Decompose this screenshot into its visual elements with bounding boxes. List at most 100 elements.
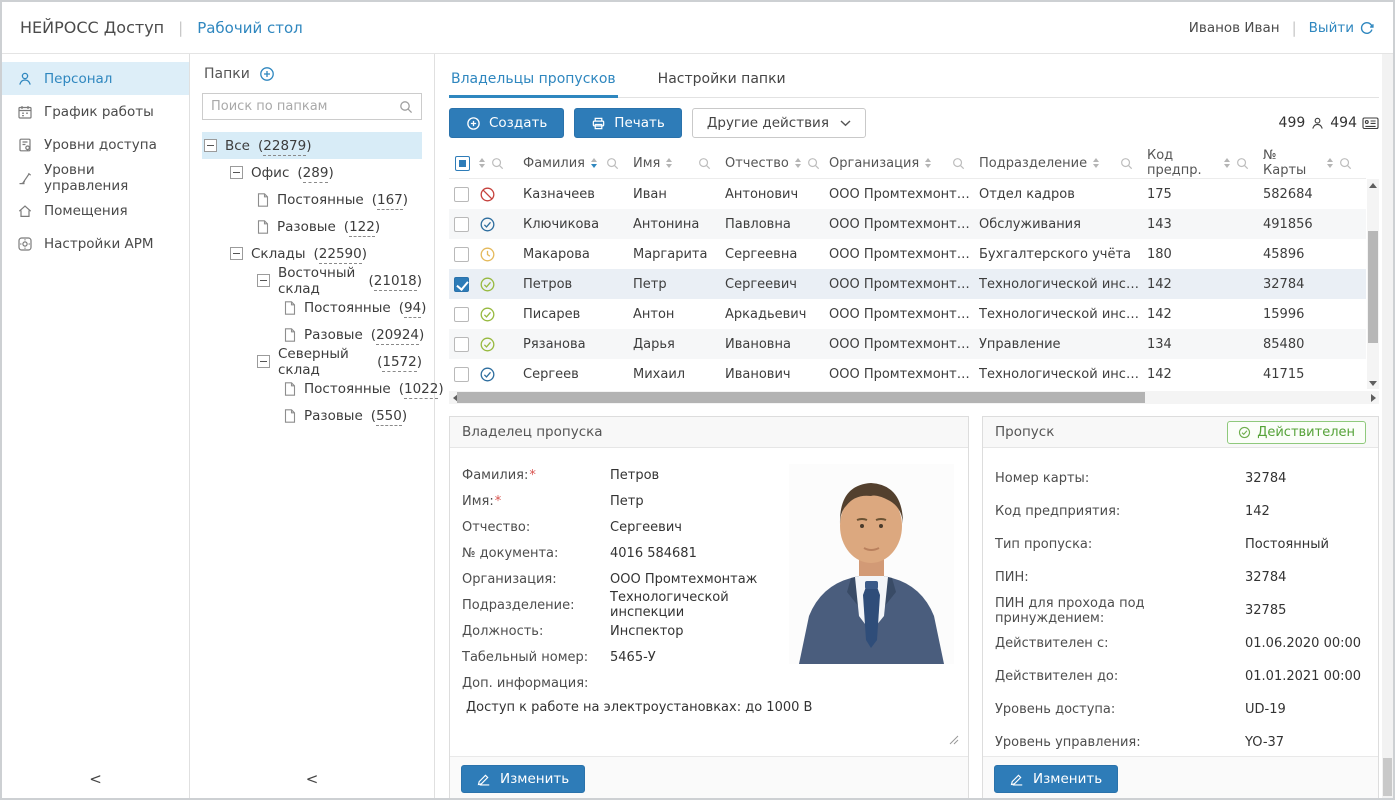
row-checkbox[interactable] <box>454 187 469 202</box>
tree-item[interactable]: Разовые (122) <box>202 213 422 240</box>
tab[interactable]: Владельцы пропусков <box>449 65 618 97</box>
tree-item[interactable]: Постоянные (1022) <box>202 375 422 402</box>
sidebar-item[interactable]: Уровни доступа <box>2 128 189 161</box>
tab[interactable]: Настройки папки <box>656 65 788 97</box>
column-header[interactable]: Организация <box>829 156 979 171</box>
column-header[interactable]: Отчество <box>725 156 829 171</box>
table-row[interactable]: Писарев Антон Аркадьевич ООО Промтехмонт… <box>449 299 1366 329</box>
table-horizontal-scrollbar[interactable] <box>449 391 1379 404</box>
column-header[interactable]: Код предпр. <box>1147 148 1263 178</box>
table-vertical-scrollbar[interactable] <box>1367 179 1379 389</box>
table-row[interactable]: Макарова Маргарита Сергеевна ООО Промтех… <box>449 239 1366 269</box>
column-search-icon[interactable] <box>698 157 711 170</box>
sort-icon[interactable] <box>1093 158 1099 168</box>
table-row[interactable]: Петров Петр Сергеевич ООО Промтехмонтаж … <box>449 269 1366 299</box>
scroll-up-arrow[interactable] <box>1367 179 1379 191</box>
tree-item[interactable]: Разовые (20924) <box>202 321 422 348</box>
more-actions-button[interactable]: Другие действия <box>692 108 866 138</box>
scroll-right-arrow[interactable] <box>1367 391 1379 404</box>
cell-last-name: Рязанова <box>523 337 633 352</box>
row-checkbox[interactable] <box>454 277 469 292</box>
tree-item[interactable]: Разовые (550) <box>202 402 422 429</box>
sidebar-item[interactable]: Помещения <box>2 194 189 227</box>
scroll-down-arrow[interactable] <box>1367 377 1379 389</box>
column-search-icon[interactable] <box>1120 157 1133 170</box>
page-scrollbar[interactable] <box>1382 54 1393 798</box>
row-checkbox[interactable] <box>454 217 469 232</box>
folders-collapse-icon[interactable]: < <box>190 770 434 788</box>
column-search-icon[interactable] <box>807 157 820 170</box>
create-button[interactable]: Создать <box>449 108 564 138</box>
column-header[interactable]: Имя <box>633 156 725 171</box>
print-button[interactable]: Печать <box>574 108 682 138</box>
sort-icon[interactable] <box>795 158 801 168</box>
sort-icon[interactable] <box>925 158 931 168</box>
row-checkbox[interactable] <box>454 367 469 382</box>
sort-icon[interactable] <box>1327 158 1333 168</box>
table-row[interactable]: Сергеев Михаил Иванович ООО Промтехмонта… <box>449 359 1366 389</box>
field-row: Фамилия:* Петров <box>462 462 798 488</box>
person-icon <box>1310 116 1325 131</box>
row-checkbox[interactable] <box>454 247 469 262</box>
column-header-label: Имя <box>633 156 660 171</box>
column-header[interactable]: Подразделение <box>979 156 1147 171</box>
select-all-checkbox[interactable] <box>455 156 470 171</box>
tree-item[interactable]: Офис (289) <box>202 159 422 186</box>
sort-icon[interactable] <box>479 158 485 168</box>
sidebar-item[interactable]: График работы <box>2 95 189 128</box>
extra-info-value[interactable]: Доступ к работе на электроустановках: до… <box>462 700 956 715</box>
tree-item-count: (289) <box>297 165 333 181</box>
tree-item[interactable]: Склады (22590) <box>202 240 422 267</box>
column-search-icon[interactable] <box>952 157 965 170</box>
sidebar-item[interactable]: Настройки АРМ <box>2 227 189 260</box>
status-icon <box>479 366 496 383</box>
tree-item[interactable]: Все (22879) <box>202 132 422 159</box>
collapse-box-icon[interactable] <box>230 166 243 179</box>
column-search-icon[interactable] <box>1339 157 1352 170</box>
collapse-box-icon[interactable] <box>230 247 243 260</box>
search-icon[interactable] <box>399 100 413 114</box>
vertical-scrollbar-thumb[interactable] <box>1368 231 1378 343</box>
edit-cardholder-button[interactable]: Изменить <box>461 765 585 793</box>
table-row[interactable]: Ключикова Антонина Павловна ООО Промтехм… <box>449 209 1366 239</box>
collapse-box-icon[interactable] <box>257 274 270 287</box>
sidebar-item[interactable]: Уровни управления <box>2 161 189 194</box>
folder-search-input[interactable] <box>203 99 399 114</box>
sidebar-item[interactable]: Персонал <box>2 62 189 95</box>
edit-pass-button[interactable]: Изменить <box>994 765 1118 793</box>
workspace-link[interactable]: Рабочий стол <box>197 19 303 37</box>
column-header[interactable]: Фамилия <box>523 156 633 171</box>
status-column-header[interactable] <box>479 157 523 170</box>
column-search-icon[interactable] <box>606 157 619 170</box>
column-header[interactable]: № Карты <box>1263 148 1366 178</box>
column-search-icon[interactable] <box>1236 157 1249 170</box>
logout-button[interactable]: Выйти <box>1309 20 1375 36</box>
tree-item-label: Восточный склад <box>278 265 360 297</box>
add-folder-icon[interactable] <box>259 66 275 82</box>
horizontal-scrollbar-thumb[interactable] <box>457 392 1145 403</box>
column-search-icon[interactable] <box>491 157 504 170</box>
sort-icon[interactable] <box>1224 158 1230 168</box>
tree-item-count: (550) <box>371 408 407 424</box>
tree-item[interactable]: Восточный склад (21018) <box>202 267 422 294</box>
sidebar: Персонал График работы <box>2 54 190 798</box>
status-icon <box>479 336 496 353</box>
cell-middle-name: Павловна <box>725 217 829 232</box>
tree-item-label: Все <box>225 138 250 154</box>
resize-handle-icon[interactable] <box>949 734 959 749</box>
table-row[interactable]: Рязанова Дарья Ивановна ООО Промтехмонта… <box>449 329 1366 359</box>
page-scrollbar-thumb[interactable] <box>1383 758 1392 796</box>
table-row[interactable]: Казначеев Иван Антонович ООО Промтехмонт… <box>449 179 1366 209</box>
tree-item[interactable]: Постоянные (167) <box>202 186 422 213</box>
row-checkbox[interactable] <box>454 337 469 352</box>
row-checkbox[interactable] <box>454 307 469 322</box>
sort-icon[interactable] <box>591 158 597 168</box>
collapse-box-icon[interactable] <box>257 355 270 368</box>
collapse-box-icon[interactable] <box>204 139 217 152</box>
cardholder-photo <box>789 464 954 664</box>
sidebar-collapse-icon[interactable]: < <box>2 770 189 788</box>
tree-item[interactable]: Северный склад (1572) <box>202 348 422 375</box>
tree-item[interactable]: Постоянные (94) <box>202 294 422 321</box>
field-label: Код предприятия: <box>995 504 1245 519</box>
sort-icon[interactable] <box>666 158 672 168</box>
